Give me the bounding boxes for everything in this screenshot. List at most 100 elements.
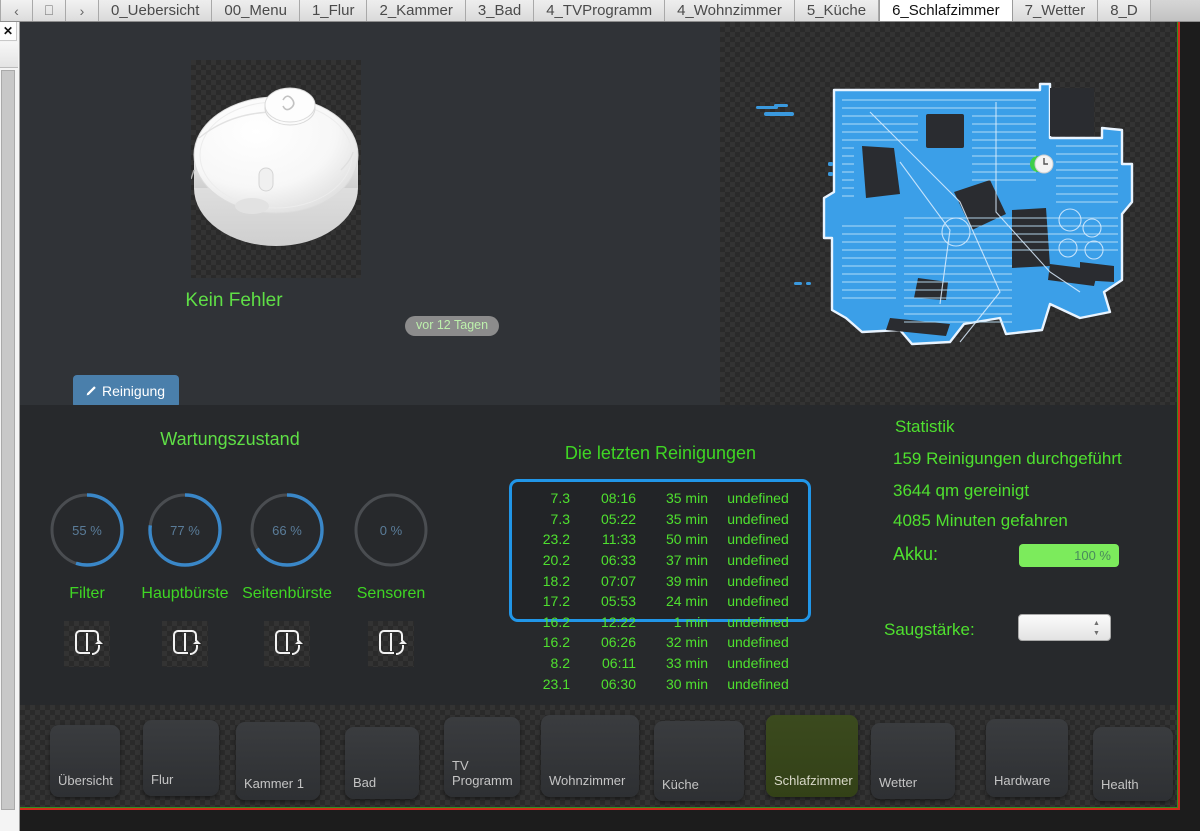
- status-badge: vor 12 Tagen: [405, 316, 499, 336]
- cleaning-date: 16.2: [512, 614, 570, 630]
- nav-tile[interactable]: Übersicht: [50, 725, 120, 797]
- close-icon[interactable]: ✕: [0, 22, 17, 41]
- nav-tile[interactable]: Schlafzimmer: [766, 715, 858, 797]
- nav-tile[interactable]: Wohnzimmer: [541, 715, 639, 797]
- cleaning-time: 08:16: [570, 490, 636, 506]
- cleaning-time: 05:22: [570, 511, 636, 527]
- cleaning-date: 8.2: [512, 655, 570, 671]
- statistics-panel: Statistik 159 Reinigungen durchgeführt 3…: [880, 405, 1180, 705]
- statistics-title: Statistik: [895, 417, 955, 437]
- progress-ring-value: 55 %: [48, 491, 126, 569]
- progress-ring-value: 77 %: [146, 491, 224, 569]
- nav-tile-label: TV Programm: [452, 759, 513, 789]
- cleaning-duration: 50 min: [636, 531, 708, 547]
- browser-tab-label: 2_Kammer: [379, 2, 452, 19]
- nav-tile[interactable]: Wetter: [871, 723, 955, 799]
- nav-tile[interactable]: Health: [1093, 727, 1173, 801]
- cleaning-area: undefined: [708, 511, 808, 527]
- browser-tab[interactable]: 8_D: [1098, 0, 1151, 21]
- cleaning-area: undefined: [708, 531, 808, 547]
- browser-tab[interactable]: 0_Uebersicht: [99, 0, 212, 21]
- maintenance-item: 55 % Filter: [38, 491, 136, 667]
- table-row: 8.206:1133 minundefined: [512, 653, 808, 674]
- browser-tab-label: 4_TVProgramm: [546, 2, 652, 19]
- nav-tile[interactable]: TV Programm: [444, 717, 520, 797]
- browser-tab[interactable]: 2_Kammer: [367, 0, 465, 21]
- browser-tab[interactable]: 3_Bad: [466, 0, 534, 21]
- progress-ring: 77 %: [146, 491, 224, 569]
- cleaning-time: 06:26: [570, 634, 636, 650]
- battery-label: Akku:: [893, 544, 938, 565]
- suction-select[interactable]: ▲▼: [1018, 614, 1111, 641]
- browser-tab[interactable]: 00_Menu: [212, 0, 300, 21]
- browser-tab[interactable]: 6_Schlafzimmer: [879, 0, 1013, 21]
- reset-icon[interactable]: [162, 621, 208, 667]
- reset-icon[interactable]: [264, 621, 310, 667]
- cleaning-area: undefined: [708, 573, 808, 589]
- table-row: 23.211:3350 minundefined: [512, 529, 808, 550]
- nav-tile-label: Bad: [353, 776, 376, 791]
- table-row: 16.212:221 minundefined: [512, 612, 808, 633]
- left-scrollbar[interactable]: [1, 70, 15, 810]
- nav-tile[interactable]: Bad: [345, 727, 419, 799]
- nav-tile-label: Wetter: [879, 776, 917, 791]
- reset-icon[interactable]: [368, 621, 414, 667]
- nav-tile[interactable]: Hardware: [986, 719, 1068, 797]
- browser-tab-label: 1_Flur: [312, 2, 355, 19]
- browser-tab[interactable]: 4_Wohnzimmer: [665, 0, 795, 21]
- robot-marker: [1030, 155, 1053, 173]
- cleaning-area: undefined: [708, 655, 808, 671]
- map-panel[interactable]: [720, 22, 1180, 405]
- nav-tile-label: Schlafzimmer: [774, 774, 853, 789]
- middle-section: Wartungszustand 55 %Filter77 %Hauptbürst…: [20, 405, 1180, 705]
- browser-tab[interactable]: 4_TVProgramm: [534, 0, 665, 21]
- cleaning-map[interactable]: [750, 42, 1160, 392]
- top-section: Kein Fehler vor 12 Tagen Reinigung: [20, 22, 1180, 405]
- cleaning-duration: 30 min: [636, 676, 708, 692]
- cleaning-duration: 39 min: [636, 573, 708, 589]
- stat-cleanings-count: 159 Reinigungen durchgeführt: [893, 449, 1122, 469]
- browser-tab[interactable]: 1_Flur: [300, 0, 368, 21]
- back-icon[interactable]: ‹: [0, 0, 33, 21]
- cleaning-log-table[interactable]: 7.308:1635 minundefined7.305:2235 minund…: [509, 479, 811, 622]
- nav-tile[interactable]: Kammer 1: [236, 722, 320, 800]
- nav-tile-label: Kammer 1: [244, 777, 304, 792]
- cleaning-date: 7.3: [512, 490, 570, 506]
- forward-icon[interactable]: ›: [66, 0, 99, 21]
- browser-tab-label: 5_Küche: [807, 2, 866, 19]
- cleaning-area: undefined: [708, 593, 808, 609]
- cleaning-area: undefined: [708, 552, 808, 568]
- maintenance-item: 0 % Sensoren: [342, 491, 440, 667]
- progress-ring-value: 0 %: [352, 491, 430, 569]
- cleaning-area: undefined: [708, 614, 808, 630]
- bottom-nav: Übersicht Flur Kammer 1 Bad TV Programm Wohnz…: [20, 705, 1180, 808]
- browser-tab-bar: ‹⎕›0_Uebersicht 00_Menu 1_Flur 2_Kammer 3_Ba…: [0, 0, 1200, 22]
- nav-tile[interactable]: Küche: [654, 721, 744, 801]
- maintenance-title: Wartungszustand: [20, 429, 440, 450]
- cleaning-duration: 1 min: [636, 614, 708, 630]
- maintenance-item-label: Seitenbürste: [238, 585, 336, 603]
- maintenance-item-label: Filter: [38, 585, 136, 603]
- cleaning-date: 7.3: [512, 511, 570, 527]
- start-cleaning-button[interactable]: Reinigung: [73, 375, 179, 408]
- reader-icon[interactable]: ⎕: [33, 0, 66, 21]
- cleaning-time: 06:30: [570, 676, 636, 692]
- table-row: 17.205:5324 minundefined: [512, 591, 808, 612]
- cleaning-time: 06:11: [570, 655, 636, 671]
- browser-tab[interactable]: 5_Küche: [795, 0, 879, 21]
- reset-icon[interactable]: [64, 621, 110, 667]
- app-content: Kein Fehler vor 12 Tagen Reinigung: [20, 22, 1180, 810]
- maintenance-item-label: Sensoren: [342, 585, 440, 603]
- robot-vacuum-image: [191, 60, 361, 278]
- right-gutter: [1180, 22, 1200, 831]
- nav-tile-label: Wohnzimmer: [549, 774, 625, 789]
- progress-ring: 0 %: [352, 491, 430, 569]
- cleaning-date: 16.2: [512, 634, 570, 650]
- browser-tab-label: 7_Wetter: [1025, 2, 1086, 19]
- browser-tab-label: 00_Menu: [224, 2, 287, 19]
- browser-tab[interactable]: 7_Wetter: [1013, 0, 1099, 21]
- browser-tab-label: 3_Bad: [478, 2, 521, 19]
- cleaning-date: 18.2: [512, 573, 570, 589]
- nav-tile[interactable]: Flur: [143, 720, 219, 796]
- nav-tile-label: Health: [1101, 778, 1139, 793]
